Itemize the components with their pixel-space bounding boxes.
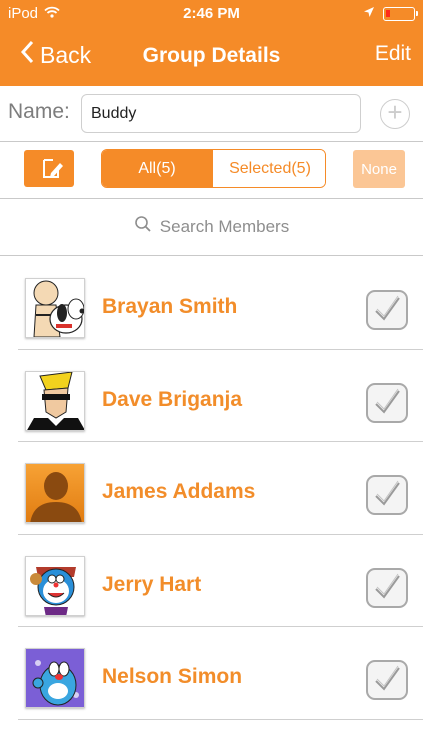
member-name: Dave Briganja (102, 387, 243, 411)
member-checkbox[interactable] (366, 382, 408, 423)
oggy-avatar (25, 648, 85, 709)
location-arrow-icon (363, 5, 375, 22)
member-checkbox[interactable] (366, 567, 408, 608)
checkmark-icon (375, 295, 400, 321)
edit-button[interactable]: Edit (375, 42, 411, 66)
nav-bar: Back Group Details Edit (0, 28, 423, 86)
search-bar: Search Members (0, 199, 423, 256)
checkmark-icon (375, 388, 400, 414)
none-button[interactable]: None (353, 150, 405, 188)
group-name-input[interactable] (81, 94, 361, 133)
doraemon-avatar (25, 555, 85, 616)
member-checkbox[interactable] (366, 660, 408, 701)
member-checkbox[interactable] (366, 475, 408, 516)
search-icon (134, 215, 152, 238)
list-item[interactable]: James Addams (0, 442, 423, 535)
member-name: James Addams (102, 480, 256, 504)
snoopy-avatar (25, 278, 85, 338)
header: iPod 2:46 PM Back Group Details Edit (0, 0, 423, 86)
status-bar: iPod 2:46 PM (0, 0, 423, 28)
compose-icon (43, 159, 63, 178)
member-name: Jerry Hart (102, 572, 202, 596)
filter-bar: All(5) Selected(5) None (0, 142, 423, 199)
member-list: Brayan Smith Dave Briganja James Addams … (0, 257, 423, 720)
group-name-row: Name: + (0, 86, 423, 142)
list-item[interactable]: Dave Briganja (0, 350, 423, 443)
search-placeholder: Search Members (159, 216, 290, 236)
tab-all[interactable]: All(5) (102, 150, 212, 187)
list-item[interactable]: Nelson Simon (0, 627, 423, 720)
member-name: Brayan Smith (102, 295, 238, 318)
checkmark-icon (375, 666, 400, 691)
member-name: Nelson Simon (102, 665, 243, 689)
list-item[interactable]: Jerry Hart (0, 535, 423, 628)
member-filter-segmented-control: All(5) Selected(5) (101, 149, 326, 188)
add-icon[interactable]: + (380, 99, 410, 129)
search-input[interactable]: Search Members (0, 215, 423, 238)
name-label: Name: (8, 100, 70, 123)
checkmark-icon (375, 480, 400, 506)
list-item[interactable]: Brayan Smith (0, 257, 423, 350)
battery-icon (383, 6, 418, 21)
compose-button[interactable] (24, 150, 74, 187)
johnny-bravo-avatar (25, 370, 85, 431)
checkmark-icon (375, 573, 400, 599)
default-person-avatar (25, 463, 85, 524)
status-time: 2:46 PM (183, 5, 240, 22)
member-checkbox[interactable] (366, 290, 408, 330)
tab-selected[interactable]: Selected(5) (212, 150, 325, 187)
page-title: Group Details (142, 44, 281, 67)
